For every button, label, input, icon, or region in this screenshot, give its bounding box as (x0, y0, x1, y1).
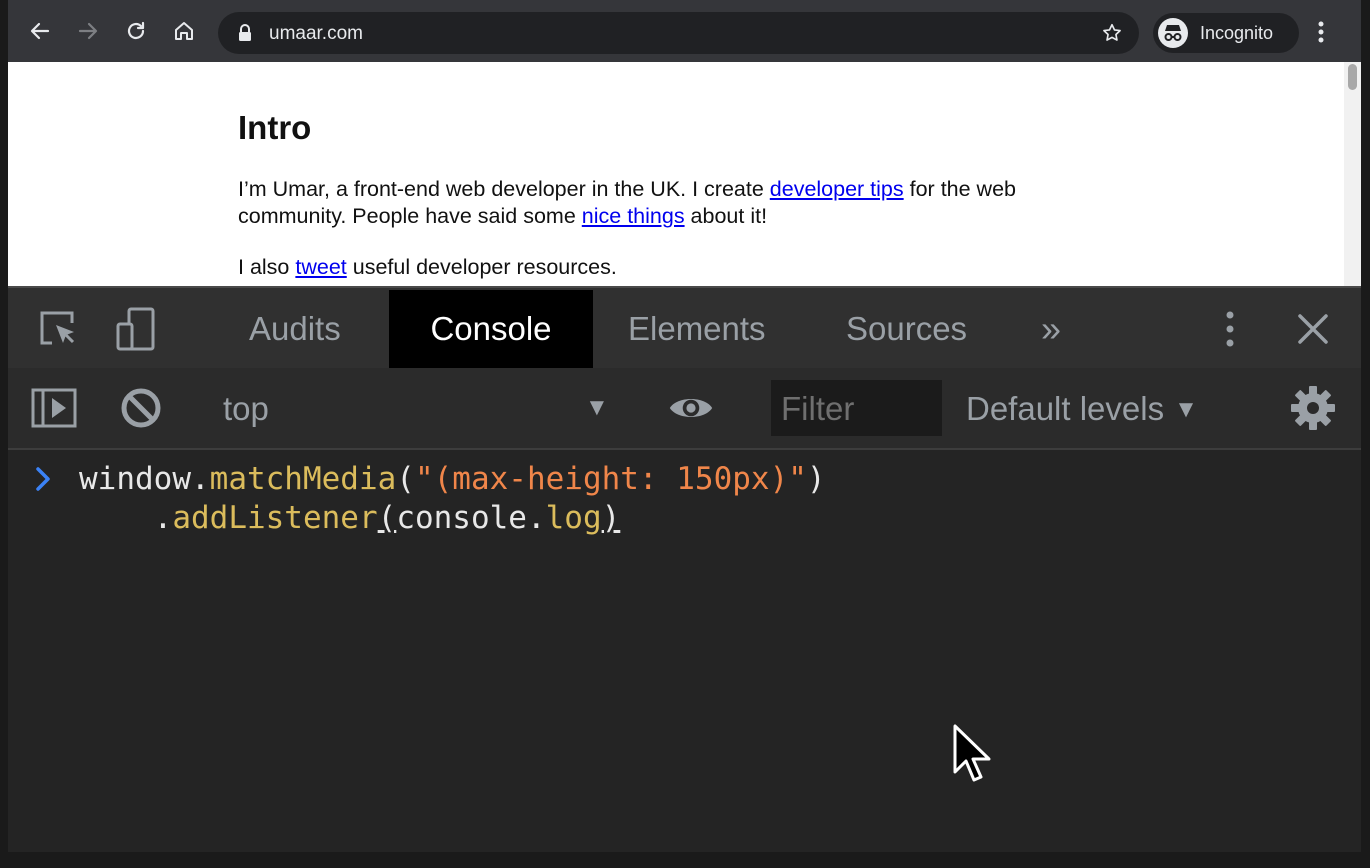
home-icon[interactable] (170, 17, 198, 45)
developer-tips-link[interactable]: developer tips (770, 177, 904, 201)
code-token: ( (396, 461, 415, 497)
incognito-icon (1158, 18, 1188, 48)
page-title: Intro (238, 109, 312, 146)
page-content: Intro I’m Umar, a front-end web develope… (238, 108, 1098, 286)
url-text[interactable]: umaar.com (269, 23, 363, 45)
prompt-chevron-icon (34, 466, 52, 497)
page-scrollbar[interactable] (1344, 62, 1361, 286)
code-token: window. (79, 461, 210, 497)
console-input-code[interactable]: window.matchMedia("(max-height: 150px)")… (79, 460, 826, 538)
tab-audits[interactable]: Audits (249, 290, 341, 368)
close-icon[interactable] (1290, 306, 1336, 352)
log-levels-dropdown[interactable]: Default levels ▼ (966, 390, 1198, 428)
intro-paragraph: I’m Umar, a front-end web developer in t… (238, 176, 1098, 230)
text-run: I’m Umar, a front-end web developer in t… (238, 177, 770, 201)
code-token: ) (806, 461, 826, 497)
devtools-tab-bar: Audits Console Elements Sources » (8, 286, 1361, 368)
text-run: about it! (684, 204, 768, 228)
code-token-paren-match: ( (377, 500, 397, 536)
device-toggle-icon[interactable] (115, 306, 161, 352)
back-icon[interactable] (26, 17, 54, 45)
kebab-menu-icon[interactable] (1314, 17, 1328, 52)
text-run: I also (238, 255, 296, 279)
console-output[interactable]: window.matchMedia("(max-height: 150px)")… (8, 450, 1361, 852)
filter-input[interactable]: Filter (771, 380, 942, 436)
devtools-panel: Audits Console Elements Sources » top ▼ (8, 286, 1361, 852)
text-run: useful developer resources. (346, 255, 617, 279)
code-token: console. (396, 500, 546, 536)
browser-toolbar: umaar.com Incognito (8, 0, 1361, 62)
tab-console[interactable]: Console (389, 290, 593, 368)
log-levels-label: Default levels (966, 390, 1165, 427)
chevron-down-icon[interactable]: ▼ (585, 394, 609, 422)
inspect-icon[interactable] (35, 306, 81, 352)
incognito-label: Incognito (1200, 23, 1274, 43)
web-page: Intro I’m Umar, a front-end web develope… (8, 62, 1361, 286)
scrollbar-thumb[interactable] (1348, 64, 1357, 90)
gear-icon[interactable] (1290, 385, 1336, 431)
chevron-down-icon: ▼ (1174, 396, 1198, 423)
tab-elements[interactable]: Elements (628, 290, 766, 368)
tweet-link[interactable]: tweet (295, 255, 346, 279)
code-token-paren-match: ) (601, 500, 621, 536)
tab-sources[interactable]: Sources (846, 290, 967, 368)
eye-icon[interactable] (668, 385, 714, 431)
lock-icon (238, 24, 252, 47)
reload-icon[interactable] (122, 17, 150, 45)
clear-console-icon[interactable] (118, 385, 164, 431)
star-icon[interactable] (1101, 22, 1123, 49)
tweet-paragraph: I also tweet useful developer resources. (238, 254, 1098, 281)
mouse-cursor-icon (953, 724, 993, 789)
console-toolbar: top ▼ Filter Default levels ▼ (8, 368, 1361, 450)
devtools-menu-icon[interactable] (1207, 306, 1253, 352)
code-token-function: addListener (172, 500, 378, 536)
nice-things-link[interactable]: nice things (582, 204, 685, 228)
incognito-badge[interactable]: Incognito (1153, 13, 1299, 53)
code-token-string: "(max-height: 150px)" (414, 461, 807, 497)
browser-window: umaar.com Incognito Intro I’m Umar, a fr… (8, 0, 1361, 852)
address-bar[interactable]: umaar.com (218, 12, 1139, 54)
forward-icon[interactable] (74, 17, 102, 45)
code-token-function: matchMedia (209, 461, 397, 497)
context-selector[interactable]: top (223, 390, 269, 428)
more-tabs-icon[interactable]: » (1041, 290, 1061, 368)
filter-placeholder: Filter (781, 390, 855, 427)
code-token: . (153, 500, 173, 536)
sidebar-toggle-icon[interactable] (31, 385, 77, 431)
code-token-function: log (545, 500, 602, 536)
